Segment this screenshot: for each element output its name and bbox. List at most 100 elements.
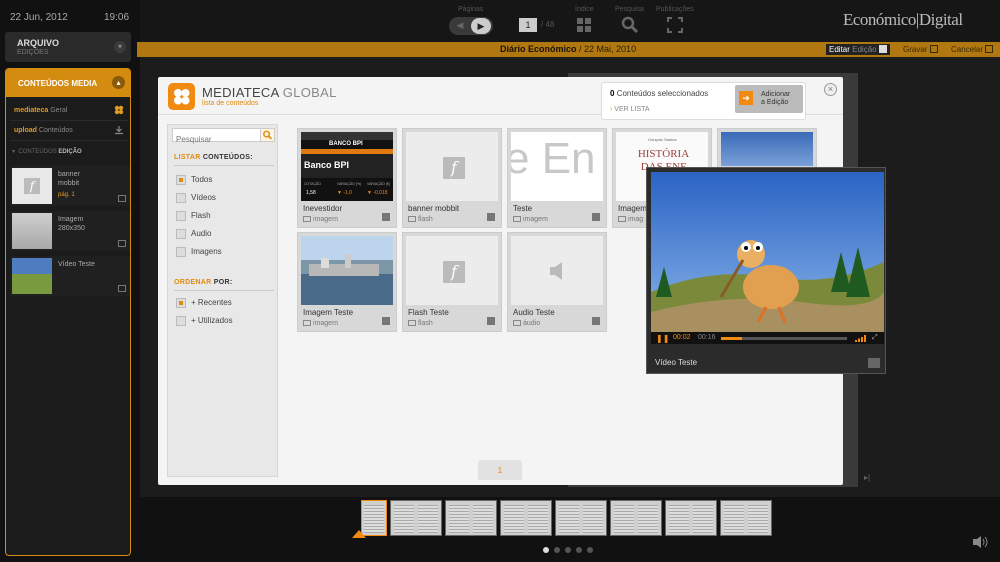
film-icon [118,285,126,292]
tile-type: áudio [513,320,540,327]
seek-bar[interactable] [721,337,847,340]
checkbox[interactable] [176,175,186,185]
pause-icon[interactable]: ❚❚ [656,334,669,343]
chevron-down-icon[interactable]: ▾ [114,41,126,53]
checkbox[interactable] [176,211,186,221]
video-thumbnail [12,258,52,294]
video-frame[interactable] [651,172,884,332]
mediateca-label: mediateca [14,107,49,114]
list-item[interactable]: Imagem 280x350 [10,211,130,251]
filter-todos[interactable]: Todos [176,175,212,187]
save-button[interactable]: Gravar [900,44,941,55]
next-arrow-icon[interactable]: ▸| [864,473,870,482]
page-thumbnail[interactable] [555,500,607,536]
fullscreen-icon[interactable] [667,17,683,33]
search-icon[interactable] [621,16,639,34]
strip-page-dot[interactable] [543,547,549,553]
next-page-icon[interactable]: ▶ [471,18,491,34]
selected-count-label: Conteúdos seleccionados [616,89,709,98]
sound-icon[interactable] [972,535,988,549]
tile-type-label: áudio [523,320,541,327]
content-edition-header[interactable]: ▾ CONTEÚDOS EDIÇÃO [12,148,82,155]
tile-name: banner mobbit [408,204,460,213]
view-list-link[interactable]: VER LISTA [610,106,649,113]
pagination-tab[interactable]: 1 [478,460,522,480]
checkbox[interactable] [176,193,186,203]
media-tile[interactable]: BANCO BPI Banco BPI COTAÇÃO VARIAÇÃO (%)… [297,128,397,228]
checkbox[interactable] [176,229,186,239]
cancel-button[interactable]: Cancelar [948,44,996,55]
add-label-1: Adicionar [761,91,791,98]
select-checkbox[interactable] [382,213,390,221]
strip-page-dot[interactable] [587,547,593,553]
edit-edition-button[interactable]: Editar Edição [826,44,890,55]
media-tile[interactable]: Imagem Teste imagem [297,232,397,332]
page-nav-control[interactable]: ◀ ▶ [449,17,493,35]
content-edition-b: EDIÇÃO [58,149,82,155]
chevron-up-icon[interactable]: ▴ [112,76,125,89]
page-thumbnail[interactable] [445,500,497,536]
media-panel-header[interactable]: CONTEÚDOS MEDIA ▴ [6,69,130,97]
page-thumbnail[interactable] [500,500,552,536]
media-tile[interactable]: f Flash Teste flash [402,232,502,332]
brand-logo: Económico|Digital [843,10,963,29]
mediateca-link[interactable]: mediateca Geral [10,101,128,121]
order-recent[interactable]: + Recentes [176,298,232,310]
speaker-icon [550,262,562,280]
divider [174,290,274,291]
order-label: + Utilizados [191,316,233,326]
filter-label: Vídeos [191,193,216,203]
media-tile[interactable]: e En Teste imagem [507,128,607,228]
media-tile[interactable] [717,128,817,168]
list-item[interactable]: f banner mobbit pág. 1 [10,166,130,206]
grid-icon[interactable] [576,17,592,33]
strip-page-dot[interactable] [565,547,571,553]
volume-icon[interactable] [855,335,867,342]
page-thumbnail[interactable] [390,500,442,536]
bpi-value: 1,58 [306,190,316,196]
filter-videos[interactable]: Vídeos [176,193,216,205]
select-checkbox[interactable] [592,317,600,325]
list-item[interactable]: Vídeo Teste [10,256,130,296]
strip-page-dot[interactable] [576,547,582,553]
order-used[interactable]: + Utilizados [176,316,233,328]
modal-subtitle: lista de conteúdos [202,100,259,107]
archive-subtitle: EDIÇÕES [17,49,49,56]
add-to-edition-button[interactable]: ➜ Adicionar a Edição [735,85,803,113]
divider [174,165,274,166]
search-input[interactable] [173,133,257,146]
filter-audio[interactable]: Audio [176,229,211,241]
prev-page-icon[interactable]: ◀ [451,20,469,32]
page-thumbnail[interactable] [665,500,717,536]
total-time: 00:16 [698,334,716,341]
checkbox[interactable] [176,247,186,257]
upload-link[interactable]: upload Conteúdos [10,121,128,141]
select-checkbox[interactable] [487,213,495,221]
modal-title-a: MEDIATECA [202,85,279,100]
page-thumbnail[interactable] [610,500,662,536]
select-checkbox[interactable] [382,317,390,325]
page-number-input[interactable]: 1 [519,18,537,32]
media-tile[interactable]: f banner mobbit flash [402,128,502,228]
close-modal-button[interactable]: × [824,83,837,96]
checkbox[interactable] [176,298,186,308]
media-tile[interactable]: Audio Teste áudio [507,232,607,332]
filter-imagens[interactable]: Imagens [176,247,222,259]
media-panel-title: CONTEÚDOS MEDIA [18,79,98,88]
modal-title-b: GLOBAL [282,85,337,100]
select-checkbox[interactable] [592,213,600,221]
fullscreen-icon[interactable]: ⤢ [872,334,878,342]
strip-page-dot[interactable] [554,547,560,553]
select-checkbox[interactable] [487,317,495,325]
filter-flash[interactable]: Flash [176,211,211,223]
audio-icon [513,320,521,326]
bpi-banner: Banco BPI [304,160,350,170]
archive-section[interactable]: ARQUIVO EDIÇÕES ▾ [5,32,131,62]
page-thumbnail[interactable] [720,500,772,536]
video-title: Vídeo Teste [655,358,698,367]
checkbox[interactable] [176,316,186,326]
filter-label: Audio [191,229,212,239]
tile-type: imagem [303,320,338,327]
current-time: 19:06 [104,12,130,23]
search-icon[interactable] [260,129,274,141]
